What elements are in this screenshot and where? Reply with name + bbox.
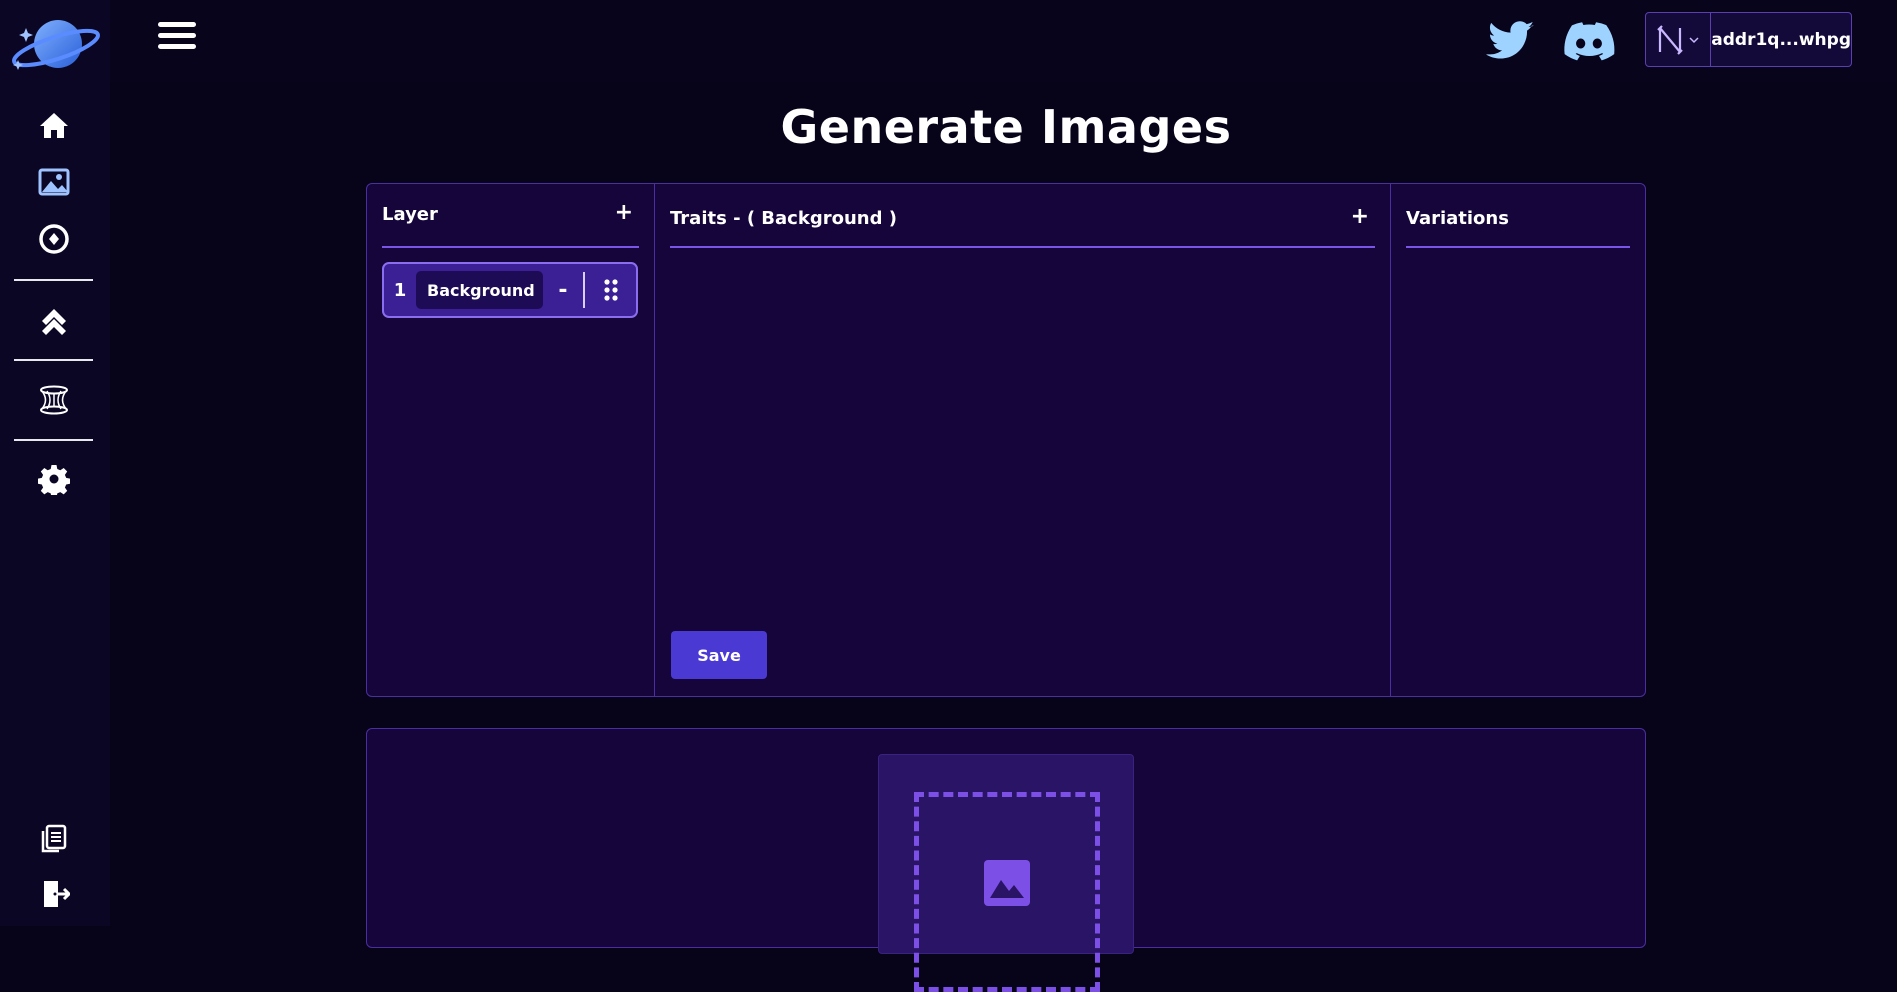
save-button[interactable]: Save [671,631,767,679]
generator-editor: Layer + 1 Background - Traits - ( Backgr… [366,183,1646,697]
add-trait-button[interactable]: + [1351,206,1375,228]
image-icon [38,168,70,196]
layer-column: Layer + 1 Background - [367,184,655,696]
layer-item[interactable]: 1 Background - [382,262,638,318]
nami-wallet-icon [1657,24,1683,55]
layer-name-input[interactable]: Background [416,271,543,309]
nav-settings[interactable] [34,459,74,499]
drag-handle-icon[interactable] [585,278,636,302]
traits-heading: Traits - ( Background ) [670,208,897,229]
wallet-button[interactable]: addr1q...whpg [1645,12,1852,67]
gear-icon [38,465,70,495]
compass-icon [39,224,69,254]
planet-logo[interactable] [8,16,102,74]
chevron-down-icon [1689,36,1699,43]
wallet-address: addr1q...whpg [1711,29,1851,50]
variations-heading: Variations [1406,208,1509,229]
topbar [110,0,1897,82]
documents-icon [41,824,67,853]
menu-toggle-icon[interactable] [158,22,196,58]
layer-heading: Layer [382,204,438,225]
double-chevron-up-icon [42,309,66,335]
page-title: Generate Images [780,100,1232,154]
nav-upgrade[interactable] [34,299,74,339]
sidebar-divider [14,439,93,441]
sidebar-divider [14,359,93,361]
discord-icon[interactable] [1562,16,1616,66]
image-dropzone[interactable] [878,754,1134,992]
variations-header: Variations [1406,208,1630,248]
portal-icon [40,385,68,415]
wallet-selector[interactable] [1646,13,1712,66]
nav-compass[interactable] [34,219,74,259]
logout-icon [44,881,70,907]
remove-layer-button[interactable]: - [543,278,583,303]
variations-column: Variations [1391,184,1645,696]
nav-logout[interactable] [34,874,74,914]
layer-header: Layer + [382,202,639,248]
nav-portal[interactable] [34,380,74,420]
layer-index: 1 [393,279,407,301]
traits-header: Traits - ( Background ) + [670,206,1375,248]
nav-docs[interactable] [34,819,74,859]
twitter-icon[interactable] [1484,16,1538,66]
traits-column: Traits - ( Background ) + [655,184,1391,696]
image-placeholder-icon [984,860,1030,906]
nav-images[interactable] [34,162,74,202]
add-layer-button[interactable]: + [615,202,639,224]
sidebar-divider [14,279,93,281]
